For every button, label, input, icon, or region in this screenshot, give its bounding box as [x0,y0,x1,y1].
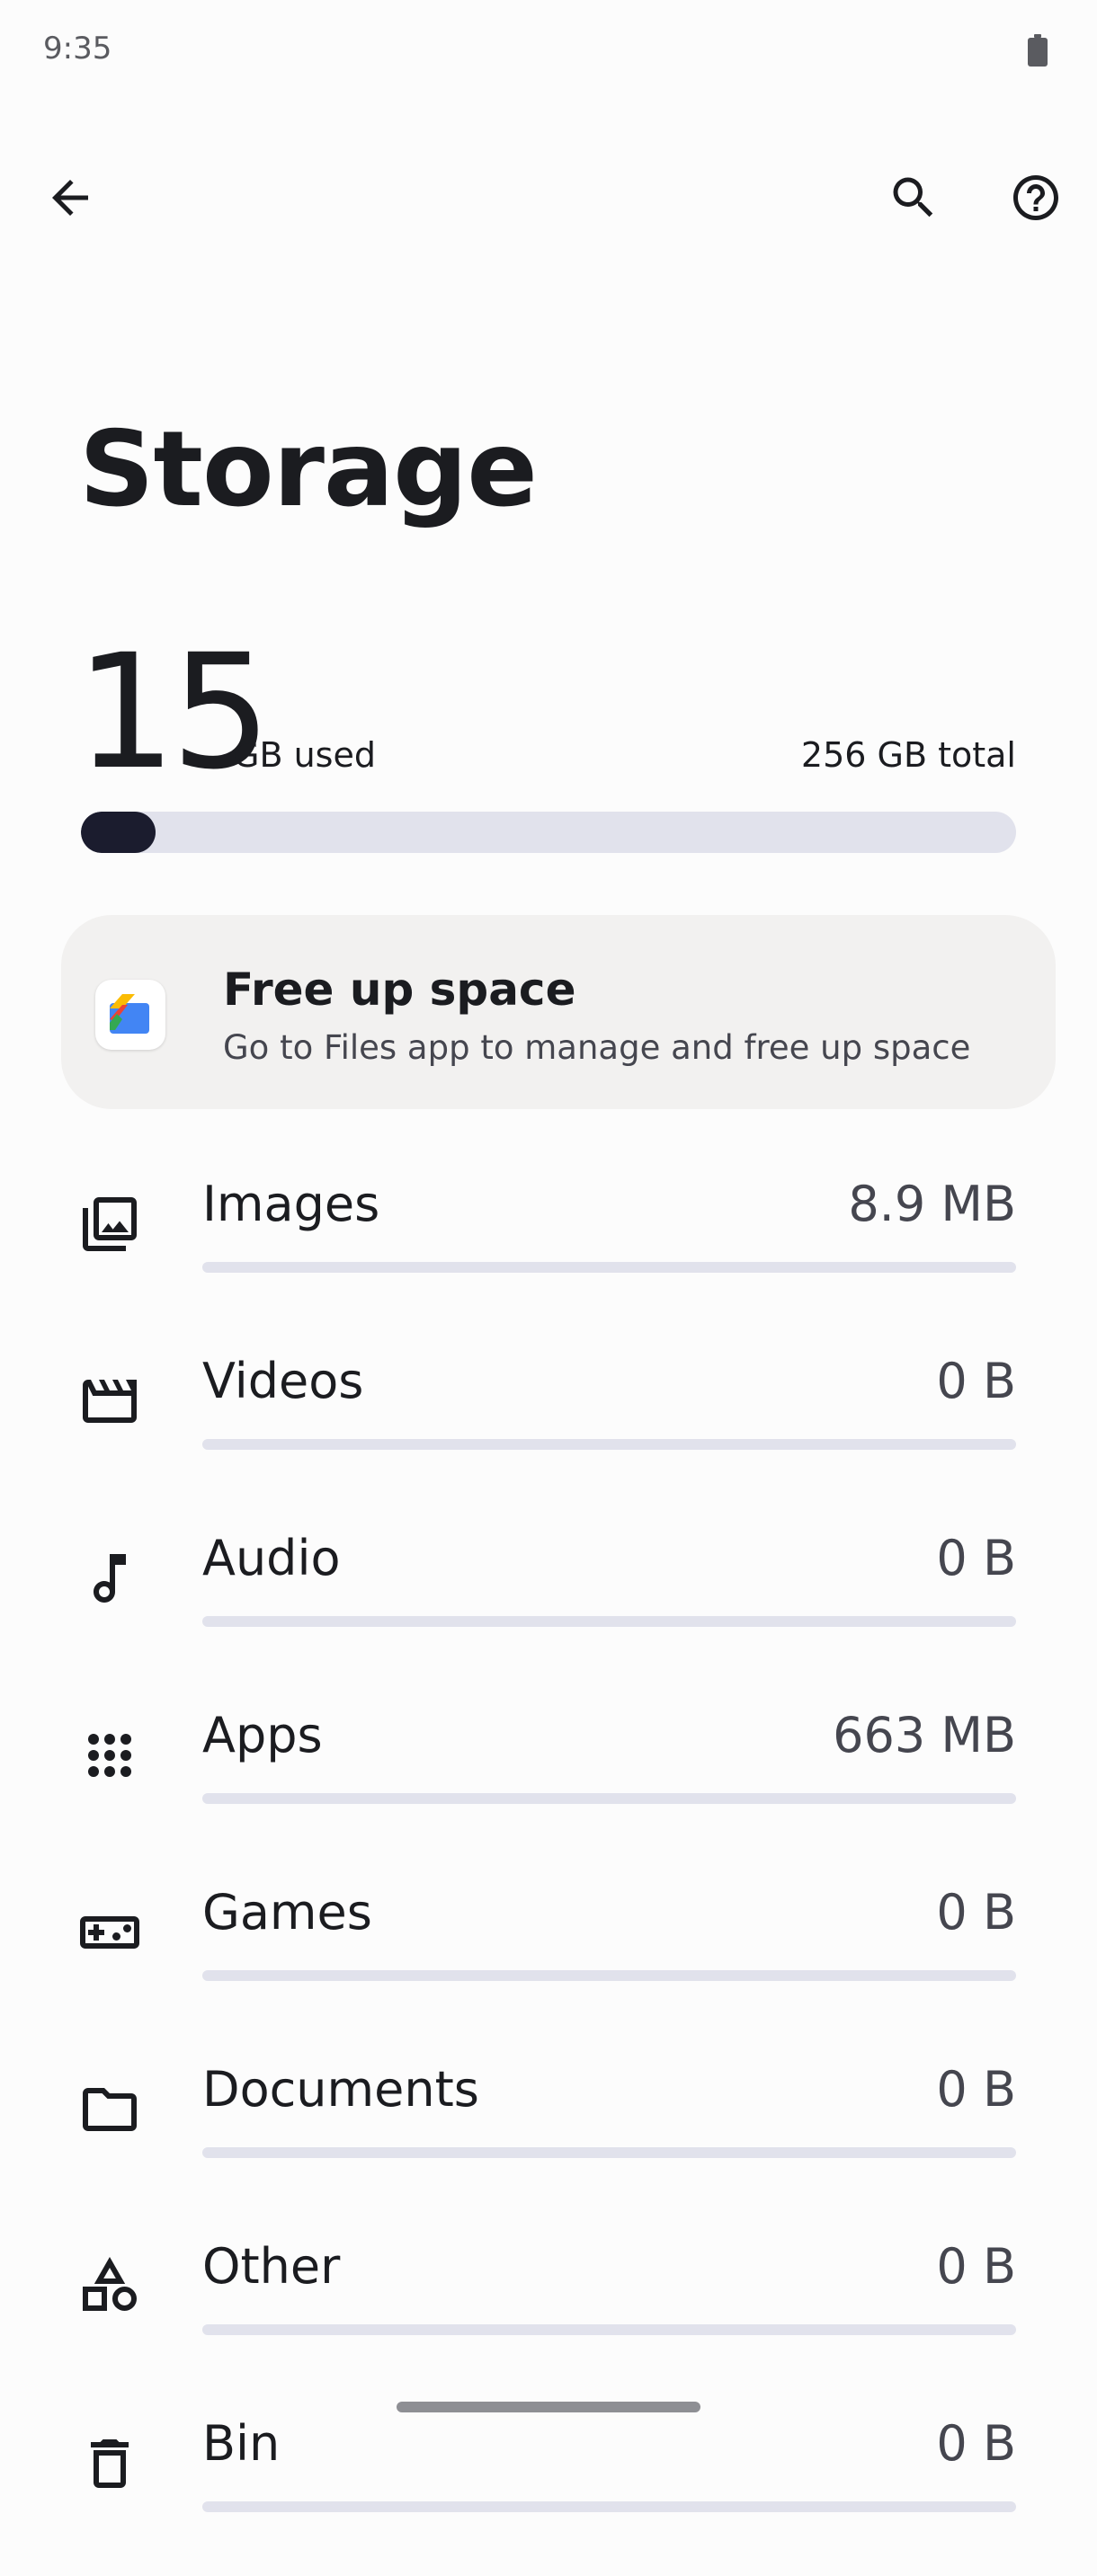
category-audio[interactable]: Audio 0 B [0,1514,1097,1691]
category-label: Other [202,2238,341,2295]
files-app-icon [95,980,165,1050]
shapes-icon [77,2254,142,2319]
category-label: Games [202,1884,372,1941]
help-icon [1013,175,1058,220]
category-bin[interactable]: Bin 0 B [0,2399,1097,2576]
category-bar [202,1970,1016,1981]
category-bar [202,1439,1016,1450]
category-videos[interactable]: Videos 0 B [0,1337,1097,1514]
trash-icon [77,2431,142,2496]
free-up-space-card[interactable]: Free up space Go to Files app to manage … [61,915,1056,1109]
page-title: Storage [79,409,538,530]
category-size: 0 B [936,2415,1016,2472]
category-bar [202,1262,1016,1273]
back-button[interactable] [27,155,113,241]
category-size: 0 B [936,1530,1016,1586]
status-time: 9:35 [43,31,112,67]
category-bar [202,2147,1016,2158]
video-icon [77,1369,142,1434]
used-unit-label: GB used [233,735,376,775]
category-label: Audio [202,1530,341,1586]
category-other[interactable]: Other 0 B [0,2222,1097,2399]
category-bar [202,2501,1016,2512]
home-indicator[interactable] [397,2402,700,2412]
apps-grid-icon [77,1723,142,1788]
back-arrow-icon [52,180,88,216]
category-label: Videos [202,1353,364,1409]
toolbar [0,135,1097,261]
category-size: 663 MB [833,1707,1016,1763]
category-size: 0 B [936,1884,1016,1941]
category-label: Documents [202,2061,479,2118]
gamepad-icon [77,1900,142,1965]
search-button[interactable] [870,155,957,241]
category-label: Bin [202,2415,281,2472]
category-size: 0 B [936,2238,1016,2295]
category-images[interactable]: Images 8.9 MB [0,1159,1097,1337]
battery-icon [1028,34,1048,67]
category-label: Images [202,1176,380,1232]
total-storage-label: 256 GB total [800,735,1016,775]
category-size: 8.9 MB [848,1176,1016,1232]
category-size: 0 B [936,2061,1016,2118]
category-games[interactable]: Games 0 B [0,1868,1097,2045]
category-documents[interactable]: Documents 0 B [0,2045,1097,2222]
category-bar [202,1616,1016,1627]
category-bar [202,1793,1016,1804]
category-bar [202,2324,1016,2335]
music-note-icon [77,1546,142,1611]
category-label: Apps [202,1707,323,1763]
category-size: 0 B [936,1353,1016,1409]
storage-usage-fill [81,812,156,853]
category-apps[interactable]: Apps 663 MB [0,1691,1097,1868]
free-up-space-subtitle: Go to Files app to manage and free up sp… [223,1028,971,1067]
help-button[interactable] [993,155,1079,241]
image-icon [77,1192,142,1257]
storage-usage-bar [81,812,1016,853]
folder-icon [77,2077,142,2142]
free-up-space-title: Free up space [223,964,576,1016]
search-icon [893,177,933,218]
status-bar: 9:35 [0,0,1097,101]
